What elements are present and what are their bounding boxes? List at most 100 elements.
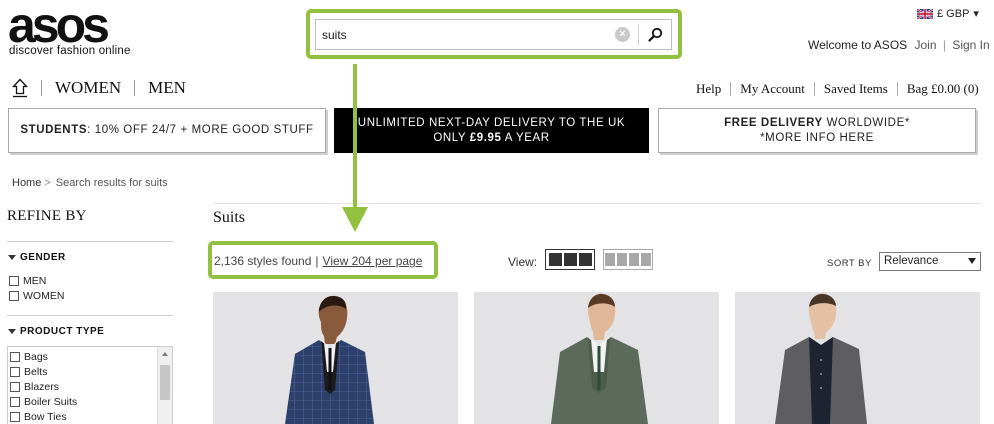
currency-label: £ GBP [937,7,970,20]
grid-block-icon [617,253,627,266]
logo-tagline: discover fashion online [9,45,131,57]
product-card[interactable] [474,292,719,424]
delivery-banner-post: A YEAR [504,131,550,144]
search-bar: × [315,19,672,50]
welcome-divider: | [942,38,946,52]
nav-women[interactable]: WOMEN [55,78,121,98]
search-input[interactable] [316,20,616,49]
utility-nav: Help My Account Saved Items Bag £0.00 (0… [696,81,979,97]
triangle-down-icon [8,329,16,334]
product-type-facet-toggle[interactable]: PRODUCT TYPE [8,326,104,337]
scroll-up-icon[interactable] [162,352,168,356]
product-type-option[interactable]: Bow Ties [10,409,67,424]
product-type-option[interactable]: Bags [10,349,48,364]
view-per-page-link[interactable]: View 204 per page [323,254,423,268]
search-icon [648,27,663,42]
product-type-list[interactable]: Bags Belts Blazers Boiler Suits Bow Ties [7,346,173,424]
breadcrumb-separator: > [44,177,51,189]
sidebar-divider [7,241,173,242]
delivery-banner[interactable]: UNLIMITED NEXT-DAY DELIVERY TO THE UK ON… [334,108,649,153]
option-label: MEN [23,274,47,287]
view-4-columns-button[interactable] [603,249,653,270]
sidebar-divider [7,315,173,316]
product-type-option[interactable]: Belts [10,364,47,379]
product-image [551,293,648,424]
grid-block-icon [629,253,639,266]
view-3-columns-button[interactable] [545,249,595,270]
styles-found-text: 2,136 styles found [214,254,312,268]
students-banner[interactable]: STUDENTS: 10% OFF 24/7 + MORE GOOD STUFF [8,108,326,153]
checkbox[interactable] [10,351,20,362]
count-divider: | [315,254,319,268]
nav-divider [41,80,42,96]
join-link[interactable]: Join [915,38,937,52]
nav-men[interactable]: MEN [148,78,186,98]
checkbox[interactable] [10,381,20,392]
delivery-banner-pre: ONLY [433,131,466,144]
search-button[interactable] [642,23,668,46]
free-delivery-banner[interactable]: FREE DELIVERY WORLDWIDE* *MORE INFO HERE [658,108,976,153]
checkbox[interactable] [9,290,19,301]
grid-block-icon [563,253,577,266]
checkbox[interactable] [9,275,19,286]
gender-facet-title: GENDER [20,252,66,263]
breadcrumb: Home > Search results for suits [12,177,168,189]
nav-divider [134,80,136,96]
breadcrumb-home[interactable]: Home [12,177,41,189]
product-type-facet-title: PRODUCT TYPE [20,326,105,337]
grid-block-icon [548,253,562,266]
page-title: Suits [213,209,246,226]
bag-link[interactable]: Bag £0.00 (0) [907,81,979,97]
utility-divider [813,82,815,96]
content-divider [213,203,981,204]
scrollbar-thumb[interactable] [160,365,170,400]
home-icon[interactable] [12,78,28,98]
free-delivery-text: WORLDWIDE* [822,116,910,129]
breadcrumb-current: Search results for suits [55,177,168,189]
sort-label: SORT BY [827,258,872,269]
utility-divider [730,82,732,96]
delivery-banner-price: £9.95 [469,131,502,144]
my-account-link[interactable]: My Account [740,81,805,97]
saved-items-link[interactable]: Saved Items [824,81,888,97]
sign-in-link[interactable]: Sign In [952,38,989,52]
gender-option-men[interactable]: MEN [9,273,46,288]
grid-block-icon [578,253,592,266]
students-banner-text: : 10% OFF 24/7 + MORE GOOD STUFF [87,124,314,136]
gender-facet-toggle[interactable]: GENDER [8,252,66,263]
students-banner-bold: STUDENTS [20,124,88,136]
product-image [285,295,374,424]
utility-divider [896,82,898,96]
sort-select[interactable]: Relevance [879,252,981,271]
free-delivery-bold: FREE DELIVERY [724,116,823,129]
option-label: Bags [24,350,48,363]
product-card[interactable] [213,292,458,424]
chevron-down-icon [968,258,976,264]
product-type-option[interactable]: Boiler Suits [10,394,77,409]
option-label: Bow Ties [24,410,67,423]
asos-logo[interactable]: asos discover fashion online [8,0,138,62]
gender-option-women[interactable]: WOMEN [9,288,64,303]
delivery-banner-line1: UNLIMITED NEXT-DAY DELIVERY TO THE UK [357,116,626,129]
sort-value: Relevance [884,255,939,267]
logo-wordmark: asos [8,0,110,53]
product-type-option[interactable]: Blazers [10,379,59,394]
chevron-down-icon: ▾ [973,8,979,20]
search-divider [638,24,639,45]
view-label: View: [508,255,538,269]
uk-flag-icon [917,8,933,19]
checkbox[interactable] [10,396,20,407]
currency-selector[interactable]: £ GBP ▾ [917,7,979,20]
checkbox[interactable] [10,366,20,377]
product-card[interactable] [735,292,980,424]
main-nav: WOMEN MEN [12,78,186,98]
annotation-arrow [342,64,368,232]
grid-block-icon [605,253,615,266]
scrollbar[interactable] [157,347,172,424]
triangle-down-icon [8,255,16,260]
checkbox[interactable] [10,411,20,422]
option-label: Blazers [24,380,60,393]
clear-search-icon[interactable]: × [615,27,630,42]
option-label: Boiler Suits [24,395,78,408]
help-link[interactable]: Help [696,81,721,97]
